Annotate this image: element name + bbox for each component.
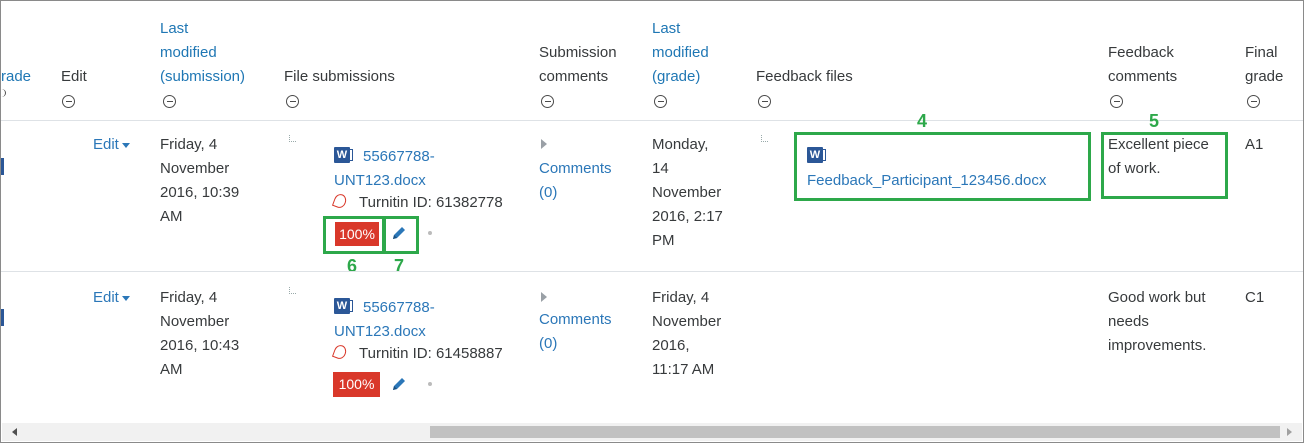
row2-feedback-comment-line3: improvements. (1108, 337, 1207, 354)
word-document-icon: W (334, 147, 353, 163)
status-dot (428, 231, 432, 235)
row2-grade-date-line1: Friday, 4 (652, 289, 710, 306)
row2-final-grade: C1 (1245, 289, 1265, 306)
annotation-4: 4 (917, 111, 928, 131)
row1-submission-date-line3: 2016, 10:39 (160, 184, 240, 201)
row2-turnitin-id: Turnitin ID: 61458887 (359, 345, 503, 362)
row1-grade-date-line3: November (652, 184, 722, 201)
row2-submission-date-line3: 2016, 10:43 (160, 337, 240, 354)
header-file-submissions: File submissions (284, 68, 395, 85)
header-submission-comments-line2: comments (539, 68, 609, 85)
row1-comments-count[interactable]: (0) (539, 181, 557, 205)
row2-file-link-line1[interactable]: 55667788- (363, 296, 435, 320)
header-final-grade-line2: grade (1245, 68, 1284, 85)
header-edit: Edit (61, 68, 87, 85)
annotation-6: 6 (347, 256, 358, 276)
collapse-edit-icon[interactable] (62, 95, 75, 108)
word-document-icon: W (334, 298, 353, 314)
turnitin-icon (331, 192, 349, 210)
collapse-grade-icon[interactable] (1, 89, 6, 97)
header-grade[interactable]: rade (1, 65, 31, 89)
row1-file-link-line2[interactable]: UNT123.docx (334, 169, 426, 193)
row2-similarity-badge[interactable]: 100% (333, 372, 380, 397)
header-feedback-comments-line2: comments (1108, 68, 1178, 85)
collapse-last-modified-submission-icon[interactable] (163, 95, 176, 108)
collapse-final-grade-icon[interactable] (1247, 95, 1260, 108)
caret-down-icon (121, 295, 130, 301)
header-last-modified-grade-line2[interactable]: modified (652, 41, 709, 65)
row1-comments-link[interactable]: Comments (539, 157, 612, 181)
header-feedback-files: Feedback files (756, 68, 853, 85)
header-last-modified-submission-line2[interactable]: modified (160, 41, 217, 65)
row1-grade-date-line4: 2016, 2:17 (652, 208, 723, 225)
row2-submission-date-line4: AM (160, 361, 183, 378)
annotation-5: 5 (1149, 111, 1160, 131)
tree-connector-icon (289, 135, 296, 142)
collapse-feedback-files-icon[interactable] (758, 95, 771, 108)
collapse-submission-comments-icon[interactable] (541, 95, 554, 108)
collapse-last-modified-grade-icon[interactable] (654, 95, 667, 108)
row1-submission-date-line4: AM (160, 208, 183, 225)
tree-connector-icon (761, 135, 768, 142)
header-final-grade-line1: Final (1245, 44, 1278, 61)
caret-down-icon (121, 142, 130, 148)
highlight-box-4 (794, 132, 1091, 201)
row1-grade-date-line1: Monday, (652, 136, 709, 153)
header-last-modified-grade-line1[interactable]: Last (652, 17, 680, 41)
row2-feedback-comment-line1: Good work but (1108, 289, 1206, 306)
row2-edit-menu[interactable]: Edit (93, 286, 130, 310)
row1-grade-date-line5: PM (652, 232, 675, 249)
tree-connector-icon (289, 287, 296, 294)
row1-edit-menu[interactable]: Edit (93, 133, 130, 157)
header-feedback-comments-line1: Feedback (1108, 44, 1174, 61)
row2-comments-count[interactable]: (0) (539, 332, 557, 356)
expand-comments-icon[interactable] (541, 292, 547, 302)
row2-submission-date-line2: November (160, 313, 230, 330)
scrollbar-thumb[interactable] (430, 426, 1280, 438)
highlight-box-5 (1101, 132, 1228, 199)
header-submission-comments-line1: Submission (539, 44, 617, 61)
header-last-modified-submission-line1[interactable]: Last (160, 17, 188, 41)
row-select-marker[interactable] (1, 158, 4, 175)
annotation-7: 7 (394, 256, 405, 276)
turnitin-icon (331, 343, 349, 361)
row1-file-link-line1[interactable]: 55667788- (363, 145, 435, 169)
header-divider (1, 120, 1303, 121)
row2-file-link-line2[interactable]: UNT123.docx (334, 320, 426, 344)
row2-comments-link[interactable]: Comments (539, 308, 612, 332)
row1-turnitin-id: Turnitin ID: 61382778 (359, 194, 503, 211)
row1-submission-date-line1: Friday, 4 (160, 136, 218, 153)
row1-final-grade: A1 (1245, 136, 1264, 153)
header-last-modified-submission-line3[interactable]: (submission) (160, 65, 245, 89)
row-select-marker[interactable] (1, 309, 4, 326)
row1-grade-date-line2: 14 (652, 160, 669, 177)
row2-grade-date-line4: 11:17 AM (652, 361, 715, 378)
row-divider (1, 271, 1303, 272)
collapse-feedback-comments-icon[interactable] (1110, 95, 1123, 108)
horizontal-scrollbar[interactable] (2, 423, 1302, 441)
grading-table: rade Edit Last modified (submission) Fil… (0, 0, 1304, 443)
highlight-box-6 (323, 216, 385, 254)
collapse-file-submissions-icon[interactable] (286, 95, 299, 108)
row2-submission-date-line1: Friday, 4 (160, 289, 218, 306)
row1-submission-date-line2: November (160, 160, 230, 177)
pencil-icon[interactable] (391, 376, 407, 392)
status-dot (428, 382, 432, 386)
header-last-modified-grade-line3[interactable]: (grade) (652, 65, 700, 89)
row2-feedback-comment-line2: needs (1108, 313, 1149, 330)
expand-comments-icon[interactable] (541, 139, 547, 149)
row2-grade-date-line3: 2016, (652, 337, 690, 354)
scroll-left-icon[interactable] (12, 428, 17, 436)
scroll-right-icon[interactable] (1287, 428, 1292, 436)
row2-grade-date-line2: November (652, 313, 722, 330)
highlight-box-7 (383, 216, 419, 254)
